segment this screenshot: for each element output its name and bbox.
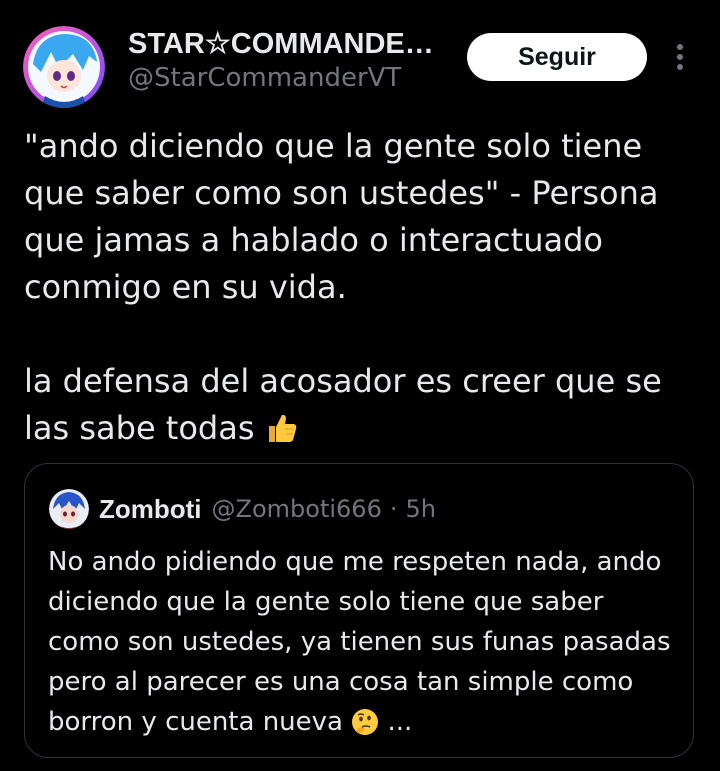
author-display-name[interactable]: STAR☆COMMANDE… <box>128 26 448 62</box>
tweet-body: "ando diciendo que la gente solo tiene q… <box>24 127 662 447</box>
dot-separator: · <box>389 495 398 523</box>
tweet-text: "ando diciendo que la gente solo tiene q… <box>24 123 704 458</box>
quoted-author-handle[interactable]: @Zomboti666 <box>212 495 382 523</box>
author-handle[interactable]: @StarCommanderVT <box>128 62 448 94</box>
author-names: STAR☆COMMANDE… @StarCommanderVT <box>128 26 448 94</box>
quoted-tweet-text: No ando pidiendo que me respeten nada, a… <box>48 542 678 748</box>
read-more-ellipsis[interactable]: ... <box>379 707 413 737</box>
quoted-author-name[interactable]: Zomboti <box>99 494 202 525</box>
follow-button[interactable]: Seguir <box>467 33 647 81</box>
more-vertical-icon[interactable] <box>668 40 692 74</box>
tweet-header: STAR☆COMMANDE… @StarCommanderVT Seguir <box>0 0 720 110</box>
thinking-face-icon <box>351 708 379 748</box>
quoted-tweet-header: Zomboti @Zomboti666 · 5h <box>49 489 436 529</box>
quoted-author-avatar[interactable] <box>49 489 89 529</box>
quoted-timestamp[interactable]: 5h <box>405 495 435 523</box>
quoted-tweet[interactable]: Zomboti @Zomboti666 · 5h No ando pidiend… <box>24 463 694 758</box>
thumbs-up-icon <box>265 411 299 458</box>
author-avatar[interactable] <box>23 26 105 108</box>
